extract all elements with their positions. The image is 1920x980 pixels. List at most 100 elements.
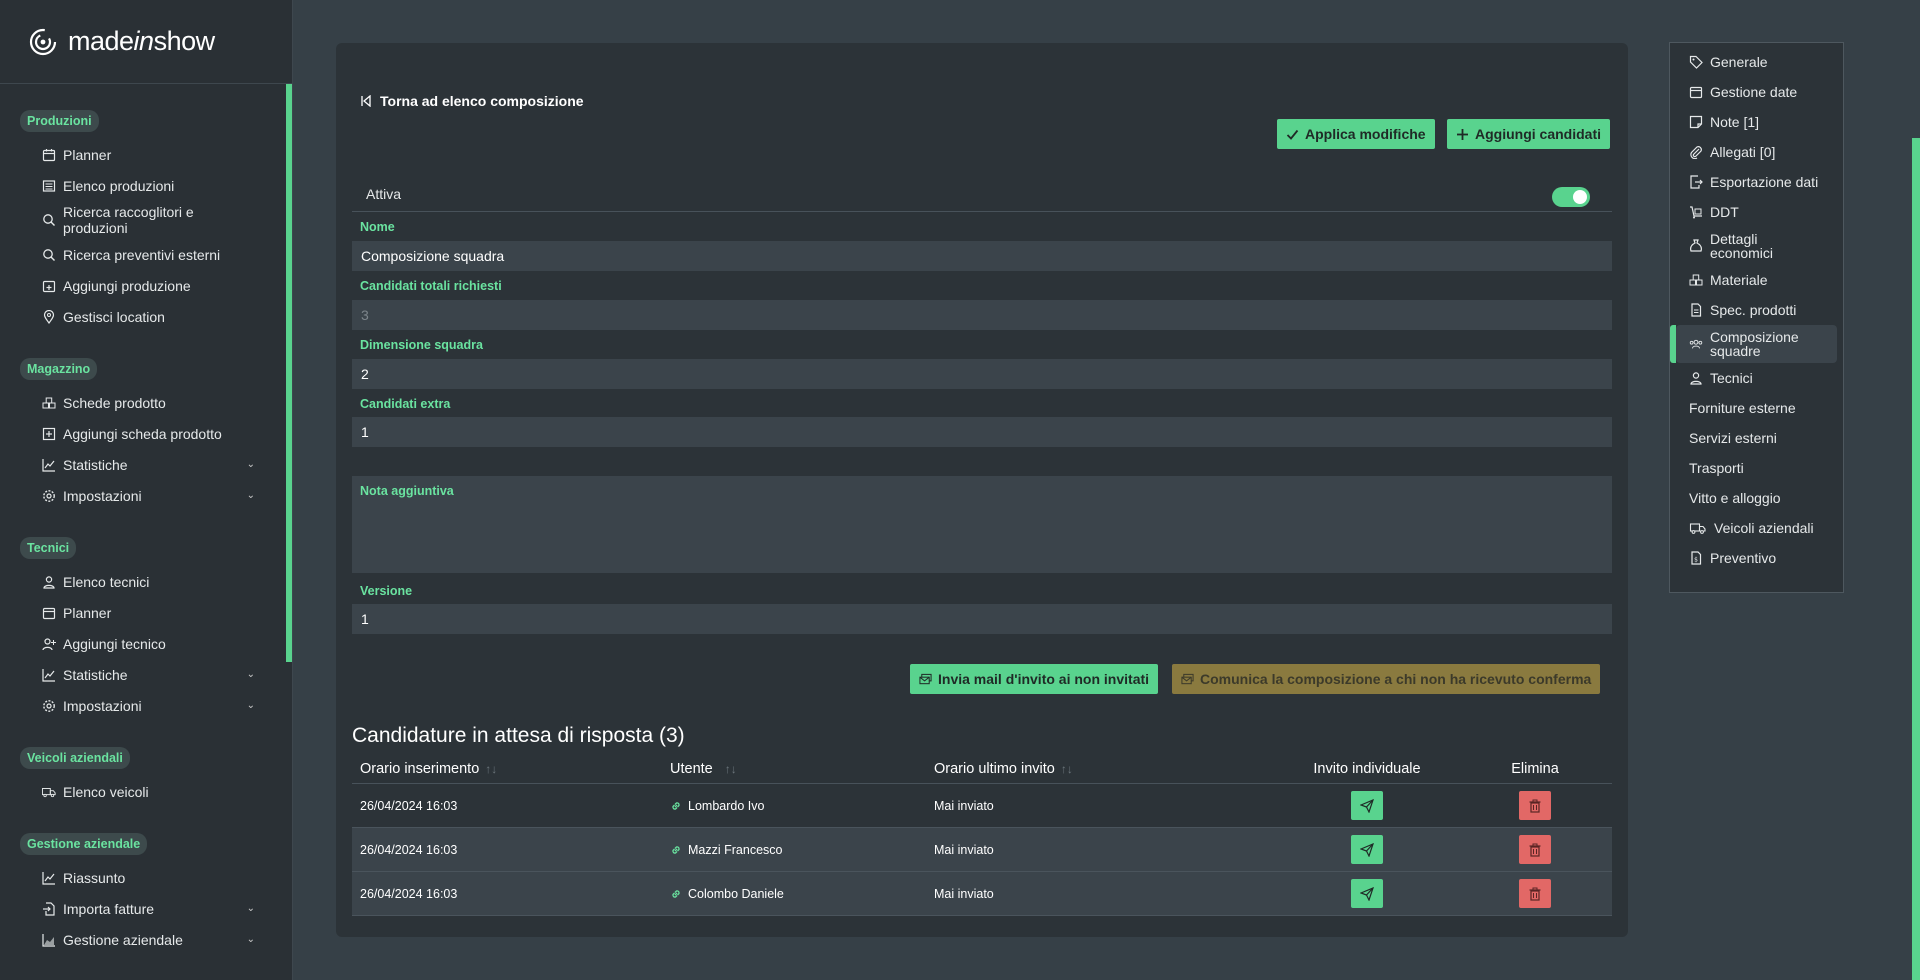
notify-composition-button[interactable]: Comunica la composizione a chi non ha ri… [1172, 664, 1601, 694]
sidebar-item-statistiche[interactable]: Statistiche ⌄ [20, 449, 260, 480]
version-input[interactable]: 1 [352, 604, 1612, 634]
sidebar-item-label: Impostazioni [63, 697, 142, 714]
file-export-icon [1689, 175, 1703, 189]
chevron-down-icon[interactable]: ⌄ [247, 934, 255, 945]
name-input[interactable]: Composizione squadra [352, 241, 1612, 271]
sidebar-scrollbar[interactable] [286, 84, 292, 662]
sidebar-item-aggiungi-produzione[interactable]: Aggiungi produzione [20, 270, 260, 301]
extra-candidates-input[interactable]: 1 [352, 417, 1612, 447]
sidebar-item-planner-tecnici[interactable]: Planner [20, 597, 260, 628]
nav-veicoli-aziendali[interactable]: Veicoli aziendali [1670, 513, 1843, 543]
extra-candidates-label: Candidati extra [360, 397, 451, 411]
sidebar-item-statistiche-tecnici[interactable]: Statistiche ⌄ [20, 659, 260, 690]
chart-line-icon [42, 871, 56, 885]
back-to-list-link[interactable]: Torna ad elenco composizione [360, 93, 584, 109]
logo-text: madeinshow [68, 26, 215, 56]
user-link[interactable]: Lombardo Ivo [670, 799, 764, 813]
pending-applications-title: Candidature in attesa di risposta (3) [352, 724, 685, 747]
last-invite: Mai inviato [934, 842, 994, 857]
delete-cell [1502, 791, 1568, 820]
sidebar-item-label: Aggiungi tecnico [63, 635, 166, 652]
delete-button[interactable] [1519, 835, 1551, 864]
trash-icon [1529, 843, 1541, 857]
delete-button[interactable] [1519, 879, 1551, 908]
file-icon [1689, 303, 1703, 317]
nav-note[interactable]: Note [1] [1670, 107, 1843, 137]
apply-changes-button[interactable]: Applica modifiche [1277, 119, 1435, 149]
chevron-down-icon[interactable]: ⌄ [247, 490, 255, 501]
logo[interactable]: madeinshow [0, 0, 292, 84]
nav-vitto-alloggio[interactable]: Vitto e alloggio [1670, 483, 1843, 513]
list-icon [42, 179, 56, 193]
nav-composizione-squadre[interactable]: Composizione squadre [1670, 325, 1837, 363]
invite-cell [1312, 835, 1422, 864]
user-link[interactable]: Colombo Daniele [670, 887, 784, 901]
sidebar-item-label: Schede prodotto [63, 394, 166, 411]
nav-esportazione[interactable]: Esportazione dati [1670, 167, 1843, 197]
paper-plane-icon [1360, 842, 1374, 857]
sort-icon[interactable]: ↑↓ [485, 762, 497, 776]
sidebar-item-riassunto[interactable]: Riassunto [20, 862, 260, 893]
team-size-input[interactable]: 2 [352, 359, 1612, 389]
chart-line-icon [42, 668, 56, 682]
send-invite-button[interactable] [1351, 835, 1383, 864]
nav-materiale[interactable]: Materiale [1670, 265, 1843, 295]
nav-spec-prodotti[interactable]: Spec. prodotti [1670, 295, 1843, 325]
name-label: Nome [360, 220, 395, 234]
sidebar-item-schede-prodotto[interactable]: Schede prodotto [20, 387, 260, 418]
sidebar-item-impostazioni-tecnici[interactable]: Impostazioni ⌄ [20, 690, 260, 721]
chevron-down-icon[interactable]: ⌄ [247, 903, 255, 914]
sidebar-item-ricerca-preventivi[interactable]: Ricerca preventivi esterni [20, 239, 260, 270]
sidebar-item-gestisci-location[interactable]: Gestisci location [20, 301, 260, 332]
sort-icon[interactable]: ↑↓ [1061, 762, 1073, 776]
sidebar-item-elenco-produzioni[interactable]: Elenco produzioni [20, 170, 260, 201]
chevron-down-icon[interactable]: ⌄ [247, 459, 255, 470]
sidebar-item-planner[interactable]: Planner [20, 139, 260, 170]
send-invite-button[interactable] [1351, 879, 1383, 908]
link-icon [670, 888, 682, 900]
sidebar-item-aggiungi-scheda[interactable]: Aggiungi scheda prodotto [20, 418, 260, 449]
sort-icon[interactable]: ↑↓ [725, 762, 737, 776]
paperclip-icon [1689, 145, 1703, 159]
nav-generale[interactable]: Generale [1670, 47, 1843, 77]
table-row: 26/04/2024 16:03 Mazzi Francesco Mai inv… [352, 828, 1612, 872]
sidebar-item-elenco-veicoli[interactable]: Elenco veicoli [20, 776, 260, 807]
nav-gestione-date[interactable]: Gestione date [1670, 77, 1843, 107]
col-header-user[interactable]: Utente ↑↓ [670, 761, 737, 777]
sidebar-item-gestione-aziendale[interactable]: Gestione aziendale ⌄ [20, 924, 260, 955]
table-row: 26/04/2024 16:03 Colombo Daniele Mai inv… [352, 872, 1612, 916]
note-textarea[interactable]: Nota aggiuntiva [352, 476, 1612, 573]
send-invite-button[interactable] [1351, 791, 1383, 820]
nav-servizi-esterni[interactable]: Servizi esterni [1670, 423, 1843, 453]
send-invites-button[interactable]: Invia mail d'invito ai non invitati [910, 664, 1159, 694]
sidebar-item-elenco-tecnici[interactable]: Elenco tecnici [20, 566, 260, 597]
col-header-inserted[interactable]: Orario inserimento ↑↓ [360, 761, 497, 777]
sidebar-item-impostazioni[interactable]: Impostazioni ⌄ [20, 480, 260, 511]
nav-preventivo[interactable]: $ Preventivo [1670, 543, 1843, 573]
add-candidates-button[interactable]: Aggiungi candidati [1447, 119, 1610, 149]
user-icon [1689, 371, 1703, 385]
active-toggle[interactable] [1552, 187, 1590, 207]
chevron-down-icon[interactable]: ⌄ [247, 700, 255, 711]
page-scrollbar[interactable] [1912, 138, 1920, 980]
nav-trasporti[interactable]: Trasporti [1670, 453, 1843, 483]
sidebar-item-aggiungi-tecnico[interactable]: Aggiungi tecnico [20, 628, 260, 659]
nav-tecnici[interactable]: Tecnici [1670, 363, 1843, 393]
section-title: Tecnici [20, 537, 77, 559]
calendar-icon [42, 606, 56, 620]
logo-icon [29, 28, 57, 55]
sidebar-item-ricerca-raccoglitori[interactable]: Ricerca raccoglitori e produzioni [20, 201, 260, 239]
col-header-last-invite[interactable]: Orario ultimo invito ↑↓ [934, 761, 1073, 777]
check-icon [1286, 129, 1299, 140]
delete-button[interactable] [1519, 791, 1551, 820]
nav-allegati[interactable]: Allegati [0] [1670, 137, 1843, 167]
sidebar-item-importa-fatture[interactable]: Importa fatture ⌄ [20, 893, 260, 924]
user-link[interactable]: Mazzi Francesco [670, 843, 782, 857]
chevron-down-icon[interactable]: ⌄ [247, 669, 255, 680]
nav-forniture-esterne[interactable]: Forniture esterne [1670, 393, 1843, 423]
section-title: Gestione aziendale [20, 833, 148, 855]
active-row: Attiva [352, 177, 1612, 212]
last-invite: Mai inviato [934, 886, 994, 901]
nav-dettagli-economici[interactable]: Dettagli economici [1670, 227, 1843, 265]
nav-ddt[interactable]: DDT [1670, 197, 1843, 227]
